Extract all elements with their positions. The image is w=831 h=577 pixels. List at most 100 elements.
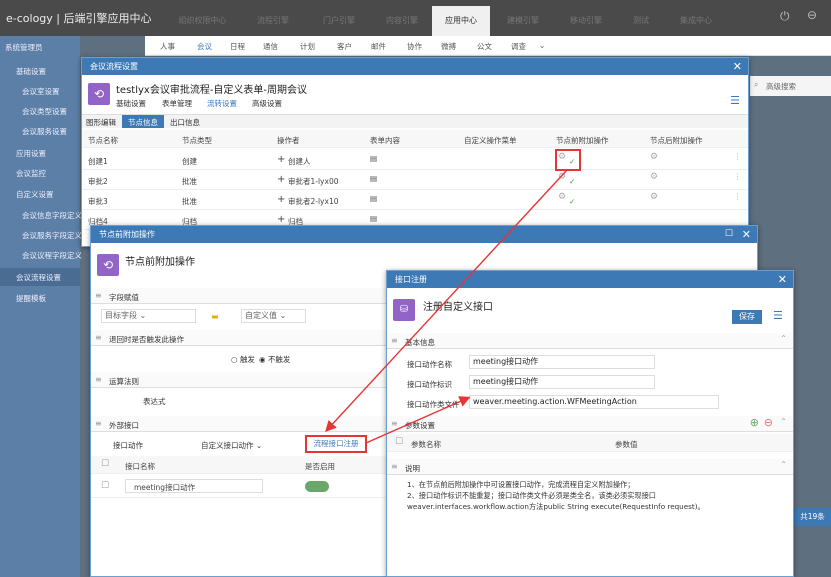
subnav-item[interactable]: 通信 xyxy=(263,41,278,52)
subnav-item[interactable]: 邮件 xyxy=(371,41,386,52)
plus-icon[interactable]: + xyxy=(277,214,285,225)
chevron-down-icon[interactable]: ⌄ xyxy=(539,41,545,50)
subtab-graph[interactable]: 图形编辑 xyxy=(86,117,116,128)
register-interface-button[interactable]: 流程接口注册 xyxy=(305,435,367,453)
sidebar-item[interactable]: 自定义设置 xyxy=(16,189,54,200)
select-value: 自定义接口动作 xyxy=(201,441,254,450)
close-icon[interactable]: ✕ xyxy=(742,226,751,243)
tab-flow[interactable]: 流转设置 xyxy=(207,98,237,109)
sidebar-item[interactable]: 会议监控 xyxy=(16,168,46,179)
section-title: 说明 xyxy=(405,464,420,473)
subtab-node[interactable]: 节点信息 xyxy=(122,115,164,128)
subnav-item[interactable]: 公文 xyxy=(477,41,492,52)
top-tab[interactable]: 集成中心 xyxy=(666,6,726,36)
radio-trigger[interactable]: ○ 触发 xyxy=(231,354,255,365)
chevron-up-icon[interactable]: ⌃ xyxy=(780,334,787,343)
top-tab[interactable]: 内容引擎 xyxy=(372,6,432,36)
action-id-input[interactable]: meeting接口动作 xyxy=(469,375,655,389)
search-icon[interactable]: ⌕ xyxy=(754,80,758,90)
node-name: 审批2 xyxy=(88,177,108,186)
menu-icon[interactable]: ☰ xyxy=(730,94,740,107)
plus-icon[interactable]: + xyxy=(277,154,285,165)
node-name: 审批3 xyxy=(88,197,108,206)
action-name-input[interactable]: meeting接口动作 xyxy=(469,355,655,369)
sidebar-item[interactable]: 会议议程字段定义 xyxy=(22,250,82,261)
remove-icon[interactable]: ⊖ xyxy=(764,416,773,429)
minus-circle-icon[interactable]: ⊖ xyxy=(807,8,817,22)
subnav-item[interactable]: 调查 xyxy=(511,41,526,52)
tab-advanced[interactable]: 高级设置 xyxy=(252,98,282,109)
document-icon[interactable]: ▤ xyxy=(370,214,377,223)
more-icon[interactable]: ⋮ xyxy=(734,152,742,161)
advanced-search-link[interactable]: 高级搜索 xyxy=(766,81,796,92)
enable-toggle[interactable] xyxy=(305,481,329,492)
checkbox[interactable]: ☐ xyxy=(101,481,109,491)
action-select[interactable]: 自定义接口动作 ⌄ xyxy=(201,440,262,451)
field-label: 接口动作类文件 xyxy=(407,400,460,409)
checkbox[interactable]: ☐ xyxy=(395,437,403,447)
close-icon[interactable]: ✕ xyxy=(778,271,787,288)
interface-action-label: 接口动作 xyxy=(113,441,143,450)
custom-value-select[interactable]: 自定义值 ⌄ xyxy=(241,309,306,323)
top-tab[interactable]: 组织权限中心 xyxy=(165,6,240,36)
top-tab[interactable]: 移动引擎 xyxy=(556,6,616,36)
menu-icon[interactable]: ☰ xyxy=(773,309,783,322)
tab-basic[interactable]: 基础设置 xyxy=(116,98,146,109)
subnav-item-active[interactable]: 会议 xyxy=(197,41,212,52)
sidebar-item[interactable]: 会议服务设置 xyxy=(22,126,67,137)
add-icon[interactable]: ⊕ xyxy=(750,416,759,429)
document-icon[interactable]: ▤ xyxy=(370,174,377,183)
sidebar-item-active[interactable]: 会议流程设置 xyxy=(0,268,80,286)
sidebar-item[interactable]: 基础设置 xyxy=(16,66,46,77)
sidebar-item[interactable]: 提醒模板 xyxy=(16,293,46,304)
gear-icon[interactable]: ⚙ xyxy=(558,192,566,202)
plus-icon[interactable]: + xyxy=(277,194,285,205)
document-icon[interactable]: ▤ xyxy=(370,154,377,163)
node-name: 创建1 xyxy=(88,157,108,166)
interface-name-input[interactable]: meeting接口动作 xyxy=(125,479,263,493)
radio-not-trigger[interactable]: ◉ 不触发 xyxy=(259,354,290,365)
top-tab[interactable]: 流程引擎 xyxy=(240,6,306,36)
subnav-item[interactable]: 微搏 xyxy=(441,41,456,52)
select-value: 自定义值 xyxy=(245,311,277,320)
dialog-heading: 节点前附加操作 xyxy=(125,257,195,268)
interface-register-dialog: 接口注册 ✕ ⛁ 注册自定义接口 保存 ☰ ≡ 基本信息 ⌃ 接口动作名称 meet… xyxy=(386,270,794,577)
more-icon[interactable]: ⋮ xyxy=(734,172,742,181)
select-value: 目标字段 xyxy=(105,311,137,320)
top-tab[interactable]: 建模引擎 xyxy=(490,6,556,36)
document-icon[interactable]: ▤ xyxy=(370,194,377,203)
save-button[interactable]: 保存 xyxy=(732,310,762,324)
dialog-title: 接口注册 xyxy=(387,271,793,288)
chevron-up-icon[interactable]: ⌃ xyxy=(780,460,787,469)
sidebar-item[interactable]: 应用设置 xyxy=(16,148,46,159)
more-icon[interactable]: ⋮ xyxy=(734,192,742,201)
gear-icon[interactable]: ⚙ xyxy=(650,192,658,202)
subnav-item[interactable]: 客户 xyxy=(337,41,352,52)
chevron-up-icon[interactable]: ⌃ xyxy=(780,417,787,426)
action-class-input[interactable]: weaver.meeting.action.WFMeetingAction xyxy=(469,395,719,409)
plus-icon[interactable]: + xyxy=(277,174,285,185)
target-field-select[interactable]: 目标字段 ⌄ xyxy=(101,309,196,323)
maximize-icon[interactable]: ☐ xyxy=(725,226,733,243)
sidebar-item[interactable]: 会议类型设置 xyxy=(22,106,67,117)
col-header: 节点名称 xyxy=(88,136,118,145)
gear-icon[interactable]: ⚙ xyxy=(558,172,566,182)
subnav-item[interactable]: 计划 xyxy=(300,41,315,52)
sidebar-item[interactable]: 会议室设置 xyxy=(22,86,60,97)
top-tab[interactable]: 门户引擎 xyxy=(306,6,372,36)
subnav-item[interactable]: 协作 xyxy=(407,41,422,52)
checkbox[interactable]: ☐ xyxy=(101,459,109,469)
sidebar-item[interactable]: 会议服务字段定义 xyxy=(22,230,82,241)
field-icon: ▬ xyxy=(211,312,219,321)
subnav-item[interactable]: 人事 xyxy=(160,41,175,52)
gear-icon[interactable]: ⚙ xyxy=(650,152,658,162)
subtab-exit[interactable]: 出口信息 xyxy=(170,117,200,128)
subnav-item[interactable]: 日程 xyxy=(230,41,245,52)
top-tab-active[interactable]: 应用中心 xyxy=(432,6,490,36)
sidebar-item[interactable]: 会议信息字段定义 xyxy=(22,210,82,221)
power-icon[interactable]: ⏻ xyxy=(780,9,790,24)
top-tab[interactable]: 测试 xyxy=(616,6,666,36)
gear-icon[interactable]: ⚙ xyxy=(650,172,658,182)
close-icon[interactable]: ✕ xyxy=(733,58,742,75)
tab-form[interactable]: 表单管理 xyxy=(162,98,192,109)
